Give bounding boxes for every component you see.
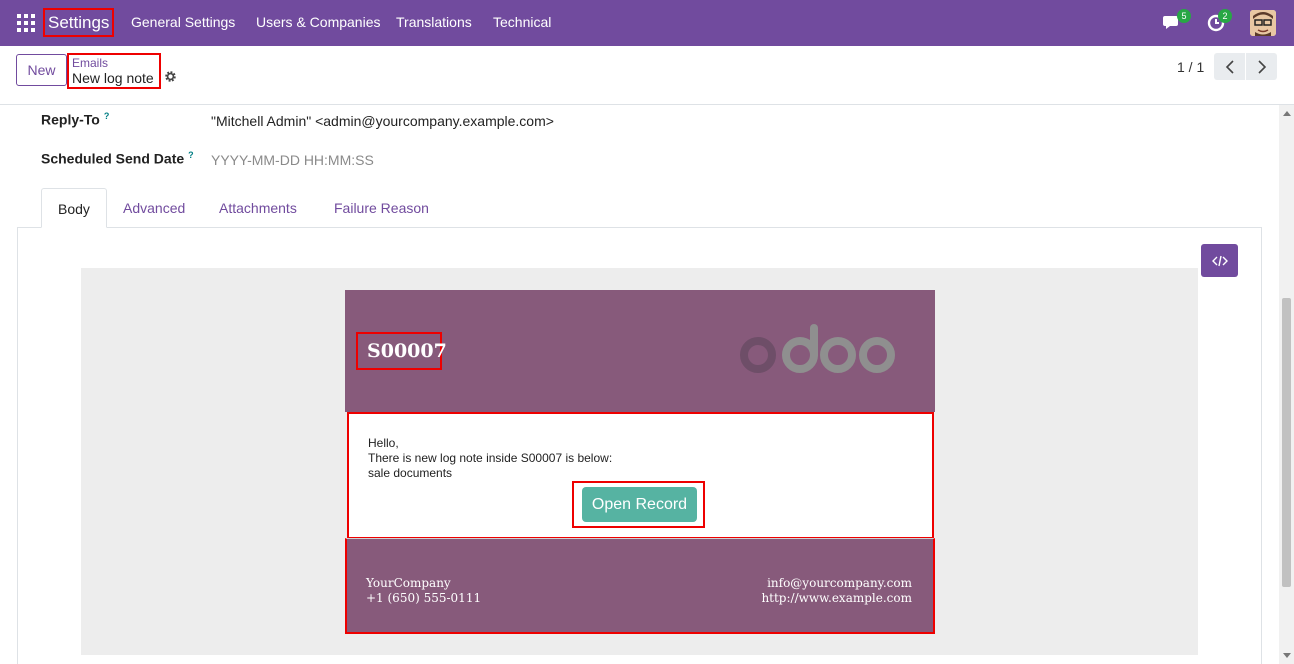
scroll-up-arrow[interactable] (1283, 111, 1291, 116)
open-record-highlight: Open Record (572, 481, 705, 528)
activities-badge: 2 (1218, 9, 1232, 23)
scrollbar[interactable] (1279, 105, 1294, 664)
odoo-logo (740, 324, 895, 373)
email-footer: YourCompany +1 (650) 555-0111 info@yourc… (345, 538, 935, 634)
company-phone: +1 (650) 555-0111 (366, 591, 482, 605)
company-name: YourCompany (366, 576, 451, 590)
help-tooltip-icon[interactable]: ? (188, 150, 194, 160)
record-name: S00007 (356, 332, 447, 370)
chevron-right-icon (1257, 59, 1266, 74)
menu-translations[interactable]: Translations (396, 14, 472, 30)
open-record-button[interactable]: Open Record (582, 487, 697, 522)
pager-next-button[interactable] (1246, 53, 1277, 80)
top-navbar: Settings General Settings Users & Compan… (0, 0, 1294, 46)
scrollbar-thumb[interactable] (1282, 298, 1291, 587)
company-email[interactable]: info@yourcompany.com (767, 576, 912, 590)
menu-general-settings[interactable]: General Settings (131, 14, 235, 30)
tab-advanced[interactable]: Advanced (107, 188, 201, 228)
breadcrumb-parent-emails[interactable]: Emails (72, 56, 156, 70)
pager-previous-button[interactable] (1214, 53, 1245, 80)
tab-failure-reason[interactable]: Failure Reason (318, 188, 445, 228)
scroll-down-arrow[interactable] (1283, 653, 1291, 658)
notebook-tabs: Body Advanced Attachments Failure Reason (17, 188, 1262, 228)
help-tooltip-icon[interactable]: ? (104, 111, 110, 121)
scheduled-send-date-label: Scheduled Send Date? (41, 150, 194, 167)
control-panel: New Emails New log note 1 / 1 (0, 46, 1294, 105)
menu-users-companies[interactable]: Users & Companies (256, 14, 381, 30)
form-sheet: Reply-To? "Mitchell Admin" <admin@yourco… (0, 105, 1279, 664)
log-note-intro: There is new log note inside S00007 is b… (368, 451, 613, 465)
tab-body[interactable]: Body (41, 188, 107, 228)
log-note-content: sale documents (368, 466, 453, 480)
pager-value[interactable]: 1 / 1 (1177, 59, 1204, 75)
tab-attachments[interactable]: Attachments (203, 188, 313, 228)
messages-badge: 5 (1177, 9, 1191, 23)
chevron-left-icon (1225, 59, 1234, 74)
app-brand[interactable]: Settings (43, 8, 115, 37)
apps-menu-icon[interactable] (17, 14, 35, 32)
gear-icon[interactable] (164, 70, 177, 83)
breadcrumb-current: New log note (72, 70, 154, 86)
scheduled-send-date-field[interactable]: YYYY-MM-DD HH:MM:SS (211, 152, 374, 168)
greeting-text: Hello, (368, 436, 399, 450)
code-view-button[interactable] (1201, 244, 1238, 277)
reply-to-label: Reply-To? (41, 111, 110, 128)
company-website[interactable]: http://www.example.com (761, 591, 912, 605)
menu-technical[interactable]: Technical (493, 14, 551, 30)
reply-to-field[interactable]: "Mitchell Admin" <admin@yourcompany.exam… (211, 113, 554, 129)
code-icon (1211, 255, 1228, 266)
new-button[interactable]: New (16, 54, 67, 86)
user-avatar[interactable] (1250, 10, 1276, 36)
breadcrumb: Emails New log note (67, 53, 161, 89)
